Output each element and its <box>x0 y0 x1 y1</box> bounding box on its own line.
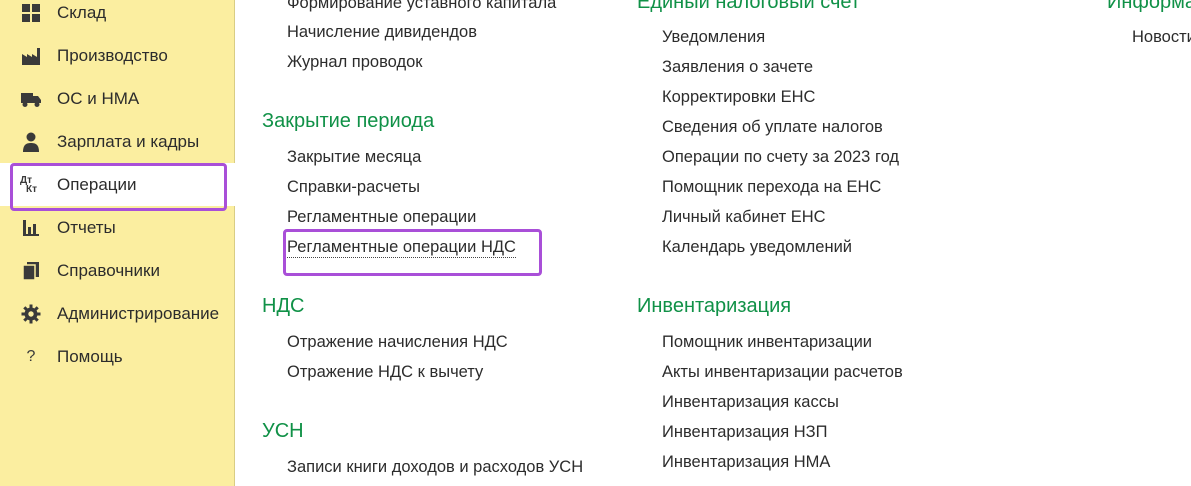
sidebar-item-label: Отчеты <box>57 217 116 237</box>
sidebar-item-salary[interactable]: Зарплата и кадры <box>0 120 235 163</box>
person-icon <box>20 131 42 153</box>
link-ens-adjustments[interactable]: Корректировки ЕНС <box>662 88 815 107</box>
sidebar-item-operations[interactable]: Дт Кт Операции <box>0 163 235 206</box>
section-title-vat: НДС <box>262 295 305 317</box>
sidebar-item-label: Зарплата и кадры <box>57 131 200 151</box>
link-offset-requests[interactable]: Заявления о зачете <box>662 58 813 77</box>
link-tax-payments[interactable]: Сведения об уплате налогов <box>662 118 883 137</box>
sidebar-item-production[interactable]: Производство <box>0 34 235 77</box>
books-icon <box>20 260 42 282</box>
link-regulatory-ops[interactable]: Регламентные операции <box>287 208 476 227</box>
section-title-information: Информа <box>1107 0 1191 13</box>
sidebar-item-administration[interactable]: Администрирование <box>0 292 235 335</box>
sidebar-item-directories[interactable]: Справочники <box>0 249 235 292</box>
bar-chart-icon <box>20 217 42 239</box>
link-notification-calendar[interactable]: Календарь уведомлений <box>662 238 852 257</box>
link-ens-cabinet[interactable]: Личный кабинет ЕНС <box>662 208 826 227</box>
link-charter-capital[interactable]: Формирование уставного капитала <box>287 0 556 13</box>
sidebar-item-label: Помощь <box>57 346 123 366</box>
sidebar-item-assets[interactable]: ОС и НМА <box>0 77 235 120</box>
link-usn-book[interactable]: Записи книги доходов и расходов УСН <box>287 458 583 477</box>
sidebar-item-label: Операции <box>57 174 137 194</box>
link-inventory-wip[interactable]: Инвентаризация НЗП <box>662 423 827 442</box>
dt-kt-icon: Дт Кт <box>20 174 42 196</box>
section-title-ens: Единый налоговый счет <box>637 0 861 13</box>
link-inventory-intangibles[interactable]: Инвентаризация НМА <box>662 453 830 472</box>
sidebar-item-label: Администрирование <box>57 303 220 323</box>
question-icon: ? <box>20 346 42 368</box>
sidebar-item-label: Производство <box>57 45 168 65</box>
link-inventory-settlements[interactable]: Акты инвентаризации расчетов <box>662 363 903 382</box>
link-month-closing[interactable]: Закрытие месяца <box>287 148 421 167</box>
link-ens-assistant[interactable]: Помощник перехода на ЕНС <box>662 178 881 197</box>
truck-icon <box>20 88 42 110</box>
section-title-usn: УСН <box>262 420 304 442</box>
question-icon-glyph: ? <box>26 347 36 365</box>
warehouse-icon <box>20 2 42 24</box>
link-vat-accrual[interactable]: Отражение начисления НДС <box>287 333 508 352</box>
sidebar-item-reports[interactable]: Отчеты <box>0 206 235 249</box>
link-calc-certificates[interactable]: Справки-расчеты <box>287 178 420 197</box>
link-news[interactable]: Новости <box>1132 28 1191 47</box>
link-vat-deduction[interactable]: Отражение НДС к вычету <box>287 363 483 382</box>
sidebar-item-label: ОС и НМА <box>57 88 140 108</box>
link-inventory-assistant[interactable]: Помощник инвентаризации <box>662 333 872 352</box>
link-regulatory-ops-vat[interactable]: Регламентные операции НДС <box>287 238 516 258</box>
sidebar-item-label: Склад <box>57 2 107 22</box>
link-journal[interactable]: Журнал проводок <box>287 53 423 72</box>
sidebar-item-help[interactable]: ? Помощь <box>0 335 235 378</box>
link-dividends[interactable]: Начисление дивидендов <box>287 23 477 42</box>
sidebar-item-warehouse[interactable]: Склад <box>0 0 235 34</box>
section-title-inventory: Инвентаризация <box>637 295 792 317</box>
link-inventory-cash[interactable]: Инвентаризация кассы <box>662 393 839 412</box>
section-title-period-closing: Закрытие периода <box>262 110 435 132</box>
gear-icon <box>20 303 42 325</box>
dt-kt-icon-bottom: Кт <box>26 183 38 195</box>
sidebar-item-label: Справочники <box>57 260 160 280</box>
factory-icon <box>20 45 42 67</box>
link-account-ops-2023[interactable]: Операции по счету за 2023 год <box>662 148 899 167</box>
sidebar: Склад Производство ОС и НМА Зарплата и к… <box>0 0 235 486</box>
link-notifications[interactable]: Уведомления <box>662 28 765 47</box>
